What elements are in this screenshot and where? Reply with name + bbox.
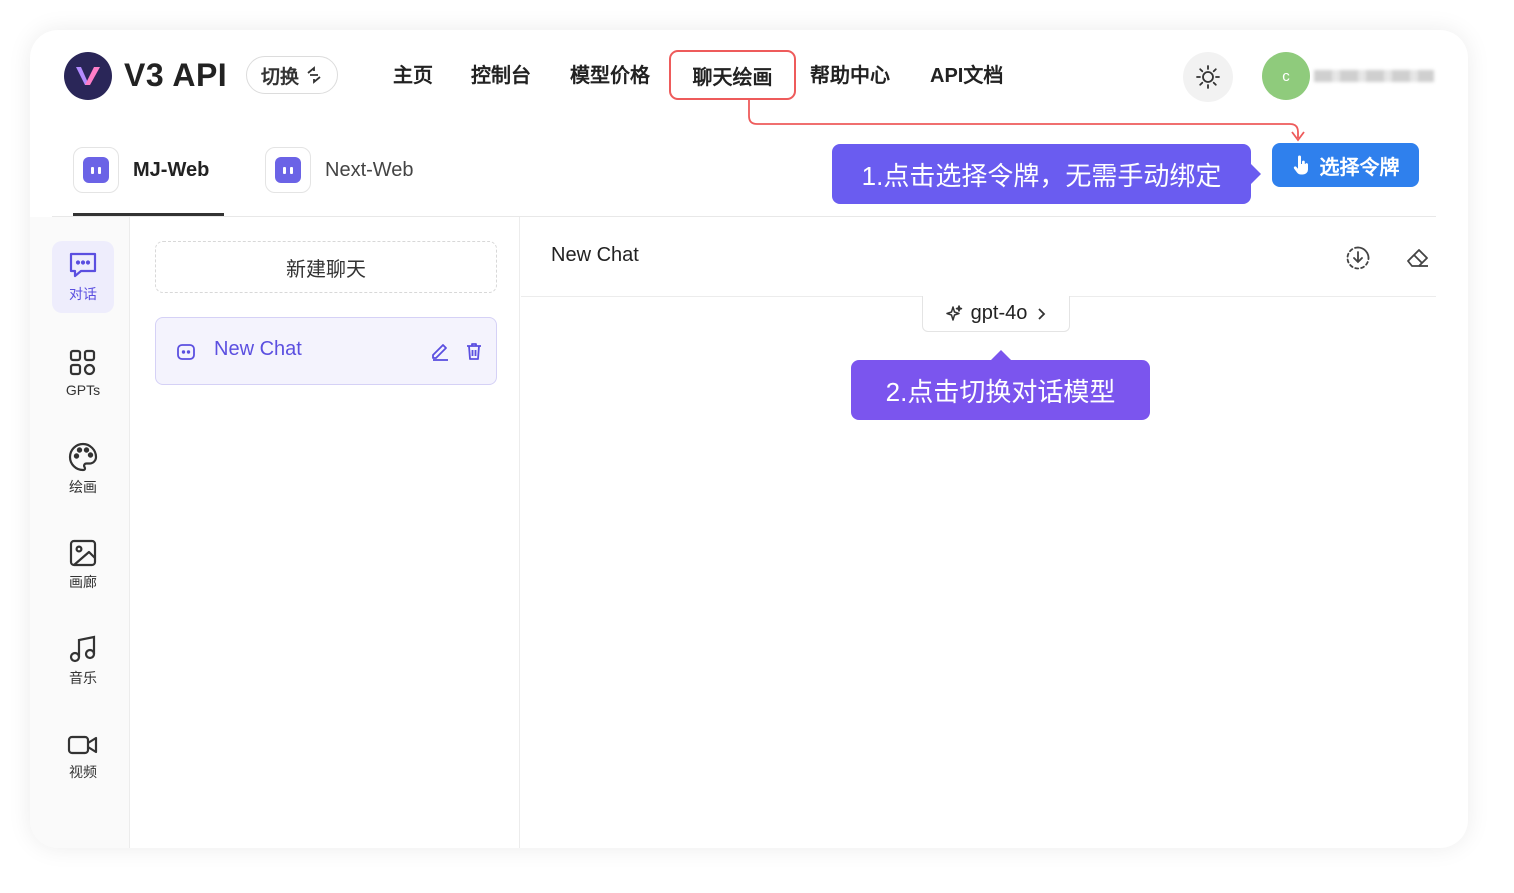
apps-icon [69,349,96,376]
nav-console[interactable]: 控制台 [471,60,531,92]
select-token-label: 选择令牌 [1319,156,1400,179]
image-icon [69,539,97,567]
sun-icon [1196,65,1220,89]
rail-item-video[interactable]: 视频 [52,721,114,793]
theme-toggle-button[interactable] [1183,52,1233,102]
list-item[interactable]: New Chat [155,317,497,385]
rail-item-gallery[interactable]: 画廊 [52,529,114,601]
rail-label-chat: 对话 [69,286,97,302]
sparkle-icon [945,304,962,321]
brand-name[interactable]: V3 API [124,57,227,94]
callout-token-text: 1.点击选择令牌，无需手动绑定 [861,160,1222,191]
new-chat-label: 新建聊天 [286,258,366,281]
chevron-right-icon [1038,307,1046,320]
avatar[interactable]: c [1262,52,1310,100]
chat-title: New Chat [551,244,639,266]
tab-mj-web[interactable]: MJ-Web [73,146,209,194]
annotation-callout-model: 2.点击切换对话模型 [851,350,1150,420]
mj-web-icon [73,147,119,193]
switch-button[interactable]: 切换 [246,56,338,94]
pointer-hand-icon [1293,155,1308,175]
left-rail: 对话 GPTs 绘画 画廊 音乐 视频 [30,217,130,848]
chat-bubble-icon [177,344,195,360]
download-icon[interactable] [1344,244,1372,272]
nav-pricing[interactable]: 模型价格 [570,60,650,92]
rail-label-music: 音乐 [69,670,97,686]
eraser-icon[interactable] [1404,244,1432,272]
music-icon [69,635,96,663]
tab-next-web-label: Next-Web [325,158,414,181]
rail-label-drawing: 绘画 [69,479,97,495]
switch-label: 切换 [260,66,299,88]
palette-icon [68,442,98,472]
app-window: V3 API 切换 主页 控制台 模型价格 聊天绘画 帮助中心 API文档 c … [30,30,1468,848]
rail-item-drawing[interactable]: 绘画 [52,433,114,505]
next-web-icon [265,147,311,193]
annotation-callout-token: 1.点击选择令牌，无需手动绑定 [832,144,1261,204]
chat-item-title: New Chat [214,338,302,360]
new-chat-button[interactable]: 新建聊天 [155,241,497,293]
trash-icon[interactable] [464,341,484,361]
edit-icon[interactable] [430,341,450,361]
callout-model-text: 2.点击切换对话模型 [885,376,1116,407]
rail-label-gpts: GPTs [65,382,101,398]
tab-next-web[interactable]: Next-Web [265,146,414,194]
nav-help[interactable]: 帮助中心 [810,60,890,92]
select-token-button[interactable]: 选择令牌 [1272,143,1419,187]
model-name: gpt-4o [970,302,1028,324]
tab-mj-web-label: MJ-Web [133,158,210,181]
nav-api-docs[interactable]: API文档 [930,60,1003,92]
chat-list-panel: 新建聊天 New Chat [131,217,520,848]
chat-icon [69,252,97,278]
rail-item-music[interactable]: 音乐 [52,625,114,697]
rail-item-chat[interactable]: 对话 [52,241,114,313]
nav-chat-drawing-label: 聊天绘画 [692,66,773,89]
rail-label-video: 视频 [69,764,97,780]
logo-icon[interactable] [64,52,112,100]
username-blurred [1314,70,1434,82]
swap-icon [307,66,321,84]
nav-home[interactable]: 主页 [393,60,433,92]
video-icon [67,735,98,755]
nav-chat-drawing[interactable]: 聊天绘画 [669,50,796,100]
rail-item-gpts[interactable]: GPTs [52,337,114,409]
model-selector[interactable]: gpt-4o [922,296,1070,332]
rail-label-gallery: 画廊 [69,574,97,590]
